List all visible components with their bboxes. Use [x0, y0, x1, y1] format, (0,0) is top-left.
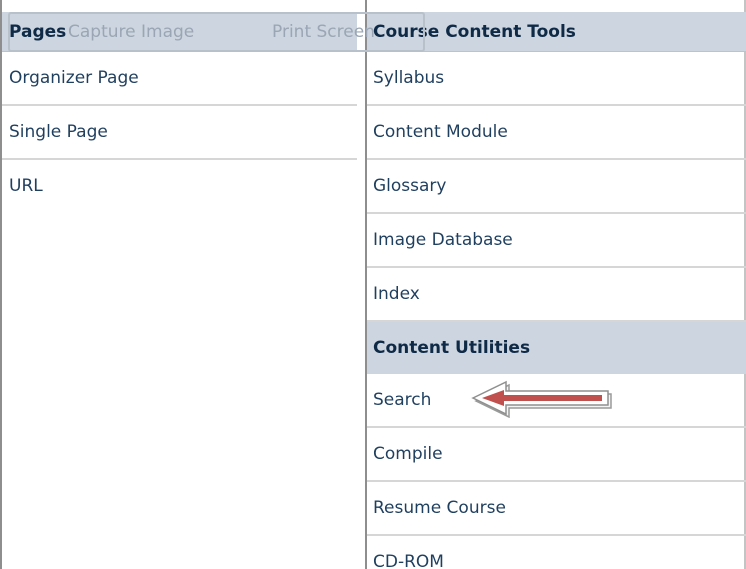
tool-item-image-database[interactable]: Image Database	[367, 214, 746, 268]
pages-item-single[interactable]: Single Page	[2, 106, 357, 160]
ghost-capture-toolbar: Capture Image Print Screen	[8, 12, 425, 52]
pages-item-url[interactable]: URL	[2, 160, 357, 214]
tool-item-syllabus[interactable]: Syllabus	[367, 52, 746, 106]
course-content-panel: Course Content Tools Syllabus Content Mo…	[367, 12, 746, 569]
print-screen-button[interactable]: Print Screen	[272, 14, 375, 50]
tool-item-index[interactable]: Index	[367, 268, 746, 322]
tool-item-glossary[interactable]: Glossary	[367, 160, 746, 214]
content-utilities-header: Content Utilities	[367, 322, 746, 374]
utility-item-resume-course[interactable]: Resume Course	[367, 482, 746, 536]
page: Pages Organizer Page Single Page URL Cou…	[0, 0, 746, 569]
pages-item-organizer[interactable]: Organizer Page	[2, 52, 357, 106]
utility-item-cd-rom[interactable]: CD-ROM	[367, 536, 746, 569]
tool-item-content-module[interactable]: Content Module	[367, 106, 746, 160]
capture-image-button[interactable]: Capture Image	[68, 14, 194, 50]
utility-item-compile[interactable]: Compile	[367, 428, 746, 482]
left-arrow-icon	[470, 378, 615, 419]
